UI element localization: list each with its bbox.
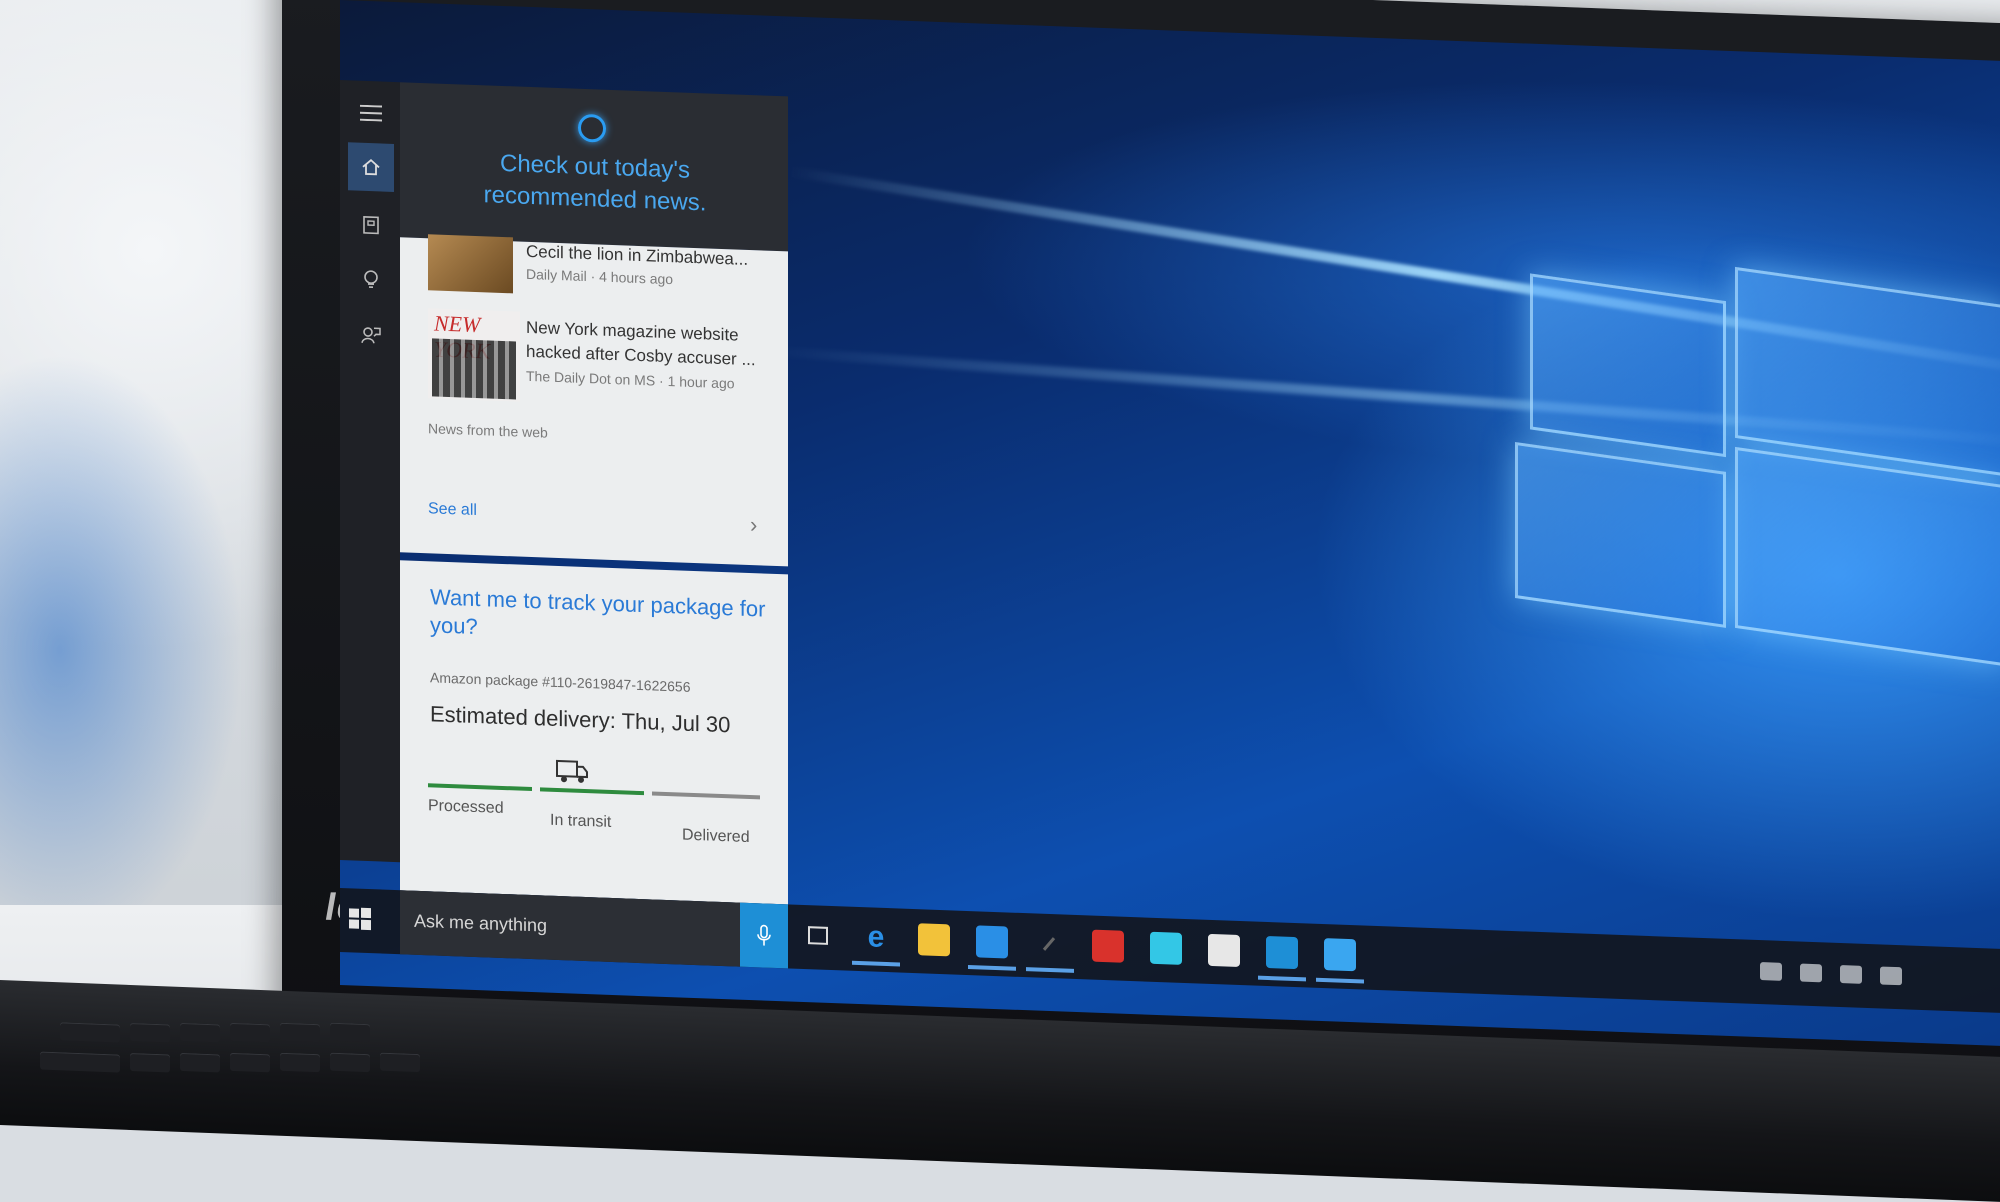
progress-processed [428, 783, 532, 792]
progress-delivered [652, 791, 760, 800]
windows-logo-pane [1515, 441, 1726, 628]
edge-running-indicator [852, 960, 900, 967]
edge-icon: e [867, 920, 885, 954]
white-app-button[interactable] [1208, 933, 1240, 968]
task-view-button[interactable] [802, 919, 834, 952]
news-meta: Daily Mail · 4 hours ago [526, 265, 674, 288]
package-prompt[interactable]: Want me to track your package for you? [430, 583, 770, 651]
lightbulb-icon [364, 270, 378, 289]
edge-button[interactable]: e [860, 920, 892, 954]
search-input[interactable]: Ask me anything [400, 890, 740, 967]
keyboard-key [230, 1052, 270, 1073]
notebook-icon [363, 216, 379, 235]
hamburger-icon [360, 104, 382, 122]
file-explorer-button[interactable] [918, 923, 950, 957]
keyboard-key [380, 1052, 420, 1073]
newyork-magazine-thumbnail[interactable]: NEW YORK [428, 308, 520, 402]
tray-icon[interactable] [1840, 965, 1862, 984]
cortana-circle-icon [578, 113, 606, 143]
package-tracking-card: Want me to track your package for you? A… [400, 560, 788, 905]
windows-logo-pane [1735, 266, 2000, 477]
microphone-icon [757, 924, 771, 946]
pen-button[interactable] [1034, 927, 1066, 960]
settings-running-indicator [1258, 975, 1306, 982]
store-button[interactable] [976, 925, 1008, 959]
windows-icon [349, 907, 371, 931]
keyboard-key [60, 1022, 120, 1043]
store-running-indicator [968, 965, 1016, 971]
keyboard-key [280, 1022, 320, 1043]
step-in-transit: In transit [550, 811, 612, 831]
microphone-button[interactable] [740, 902, 788, 969]
taskbar: Ask me anything e [340, 888, 2000, 1013]
news-meta: The Daily Dot on MS · 1 hour ago [526, 367, 735, 392]
keyboard-key [130, 1022, 170, 1043]
pen-running-indicator [1026, 967, 1074, 973]
thumbnail-photo [432, 338, 516, 400]
keyboard-key [180, 1052, 220, 1073]
chevron-right-icon[interactable]: › [750, 512, 757, 538]
keyboard-key [40, 1051, 120, 1073]
task-view-icon [808, 926, 828, 945]
search-placeholder: Ask me anything [414, 910, 548, 936]
home-button[interactable] [348, 142, 394, 192]
news-card: Cecil the lion in Zimbabwea... Daily Mai… [400, 234, 788, 567]
keyboard-key [280, 1052, 320, 1073]
tray-icon[interactable] [1760, 962, 1782, 981]
cortana-greeting: Check out today's recommended news. [483, 149, 707, 217]
step-delivered: Delivered [682, 826, 750, 847]
blue-app-button[interactable] [1324, 938, 1356, 972]
cortana-nav-rail [340, 80, 400, 863]
windows-logo-pane [1530, 273, 1726, 458]
progress-in-transit [540, 787, 644, 796]
tray-icon[interactable] [1880, 966, 1902, 986]
step-processed: Processed [428, 797, 504, 817]
keyboard-key [130, 1052, 170, 1073]
package-id: Amazon package #110-2619847-1622656 [430, 669, 691, 695]
settings-button[interactable] [1266, 935, 1298, 970]
hamburger-menu-button[interactable] [348, 88, 394, 138]
notebook-button[interactable] [348, 200, 394, 250]
feedback-button[interactable] [348, 310, 394, 360]
blue-app-running-indicator [1316, 977, 1364, 984]
home-icon [362, 158, 380, 176]
start-button[interactable] [348, 906, 372, 936]
cortana-header: Check out today's recommended news. [400, 82, 788, 252]
see-all-link[interactable]: See all [428, 500, 477, 520]
keyboard-key [330, 1052, 370, 1073]
keyboard-key [330, 1022, 370, 1043]
estimated-delivery: Estimated delivery: Thu, Jul 30 [430, 701, 731, 738]
pen-icon [1042, 937, 1056, 951]
red-app-button[interactable] [1092, 929, 1124, 963]
screen: Check out today's recommended news. Ceci… [340, 0, 2000, 1046]
news-source-label: News from the web [428, 420, 548, 441]
feedback-icon [361, 327, 381, 344]
keyboard-key [180, 1022, 220, 1043]
tray-icon[interactable] [1800, 963, 1822, 983]
keyboard-key [230, 1022, 270, 1043]
reminders-button[interactable] [348, 255, 394, 305]
cyan-app-button[interactable] [1150, 931, 1182, 965]
lion-thumbnail[interactable] [428, 234, 513, 294]
truck-icon [556, 759, 588, 783]
windows-logo-pane [1735, 446, 2000, 667]
